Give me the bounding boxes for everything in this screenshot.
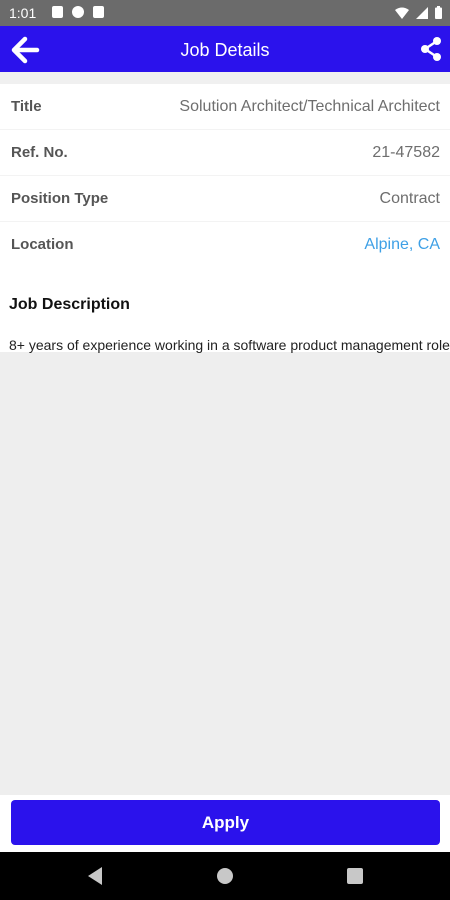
header-divider bbox=[0, 72, 450, 84]
job-title-value: Solution Architect/Technical Architect bbox=[179, 98, 440, 115]
wifi-icon bbox=[395, 7, 409, 19]
share-icon bbox=[421, 37, 441, 61]
detail-row-ref-no: Ref. No. 21-47582 bbox=[0, 130, 450, 176]
location-link[interactable]: Alpine, CA bbox=[364, 236, 440, 254]
apply-footer: Apply bbox=[0, 795, 450, 852]
notification-icons bbox=[52, 6, 104, 18]
status-bar: 1:01 bbox=[0, 0, 450, 26]
nav-home-icon[interactable] bbox=[217, 868, 233, 884]
detail-label: Ref. No. bbox=[11, 144, 68, 161]
app-notification-icon bbox=[72, 6, 84, 18]
nav-recents-icon[interactable] bbox=[347, 868, 363, 884]
apply-button[interactable]: Apply bbox=[11, 800, 440, 845]
job-details-card: Title Solution Architect/Technical Archi… bbox=[0, 84, 450, 268]
ref-no-value: 21-47582 bbox=[372, 144, 440, 161]
app-bar: Job Details bbox=[0, 26, 450, 72]
detail-row-position-type: Position Type Contract bbox=[0, 176, 450, 222]
system-icons bbox=[395, 6, 442, 19]
detail-label: Title bbox=[11, 98, 42, 115]
status-time: 1:01 bbox=[9, 5, 37, 21]
battery-icon bbox=[435, 6, 442, 19]
share-button[interactable] bbox=[418, 36, 444, 62]
detail-label: Position Type bbox=[11, 190, 109, 207]
job-description-section: Job Description 8+ years of experience w… bbox=[0, 266, 450, 353]
signal-icon bbox=[416, 6, 428, 19]
gallery-notification-icon bbox=[52, 6, 63, 18]
page-title: Job Details bbox=[180, 40, 270, 60]
sd-card-icon bbox=[93, 6, 104, 18]
system-nav-bar bbox=[0, 852, 450, 900]
job-description-text: 8+ years of experience working in a soft… bbox=[9, 337, 450, 353]
position-type-value: Contract bbox=[379, 190, 440, 207]
job-description-heading: Job Description bbox=[9, 296, 130, 313]
detail-label: Location bbox=[11, 236, 74, 253]
nav-back-icon[interactable] bbox=[87, 866, 103, 886]
detail-row-location: Location Alpine, CA bbox=[0, 222, 450, 268]
detail-row-title: Title Solution Architect/Technical Archi… bbox=[0, 84, 450, 130]
